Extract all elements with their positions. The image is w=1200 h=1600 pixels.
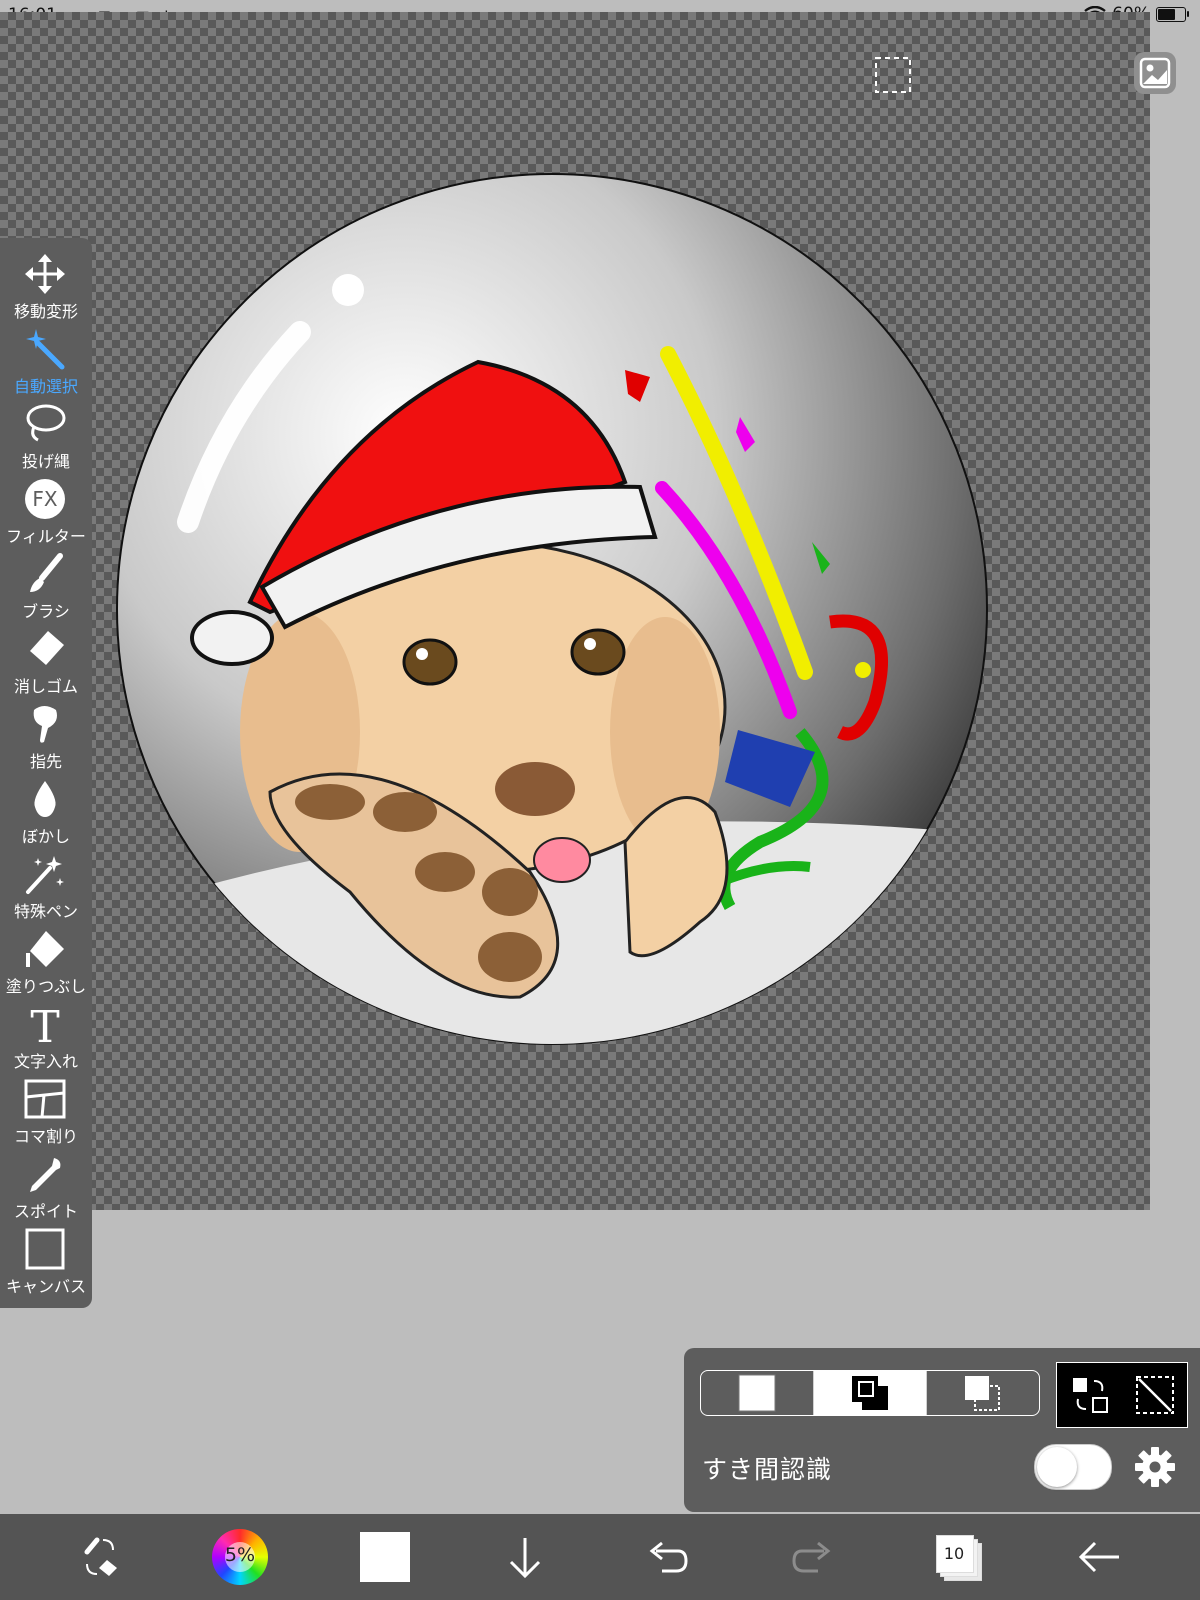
subtract-selection-icon [965,1376,1000,1411]
tool-label: ブラシ [22,602,70,621]
image-icon [1139,57,1171,89]
tool-lasso[interactable]: 投げ縄 [0,396,92,471]
deselect-button[interactable] [1122,1363,1187,1427]
tool-magic-wand[interactable]: 自動選択 [0,321,92,396]
selection-options-panel: すき間認識 [684,1348,1200,1512]
tool-eyedropper[interactable]: スポイト [0,1146,92,1221]
tool-finger[interactable]: 指先 [0,696,92,771]
tool-label: 文字入れ [13,1052,78,1071]
tool-label: 移動変形 [13,302,78,321]
current-color-swatch [360,1532,410,1582]
tool-label: フィルター [6,527,86,546]
svg-text:FX: FX [32,487,58,511]
tool-label: 特殊ペン [13,902,78,921]
download-button[interactable] [500,1514,550,1600]
color-picker-button[interactable]: 5% [210,1514,270,1600]
drawing-canvas[interactable] [0,12,1150,1210]
undo-button[interactable] [642,1514,692,1600]
invert-selection-button[interactable] [1057,1363,1122,1427]
brush-opacity: 5% [224,1544,256,1566]
current-color-button[interactable] [355,1514,415,1600]
tool-label: 投げ縄 [21,452,70,471]
tool-label: キャンバス [5,1277,86,1296]
tool-move-transform[interactable]: 移動変形 [0,246,92,321]
tool-text[interactable]: T 文字入れ [0,996,92,1071]
back-button[interactable] [1075,1514,1125,1600]
lasso-icon [26,404,66,442]
tool-label: コマ割り [13,1127,78,1146]
selection-mode-group [700,1370,1040,1416]
special-pen-icon [26,856,64,894]
swap-tool-button[interactable] [70,1514,130,1600]
magic-wand-icon [26,329,65,370]
selection-mode-add[interactable] [813,1371,926,1415]
brush-icon [30,553,63,592]
text-icon: T [30,1002,59,1046]
battery-icon [1156,6,1189,22]
eyedropper-icon [30,1158,61,1192]
svg-text:T: T [30,1002,59,1046]
selection-mode-subtract[interactable] [926,1371,1039,1415]
fill-icon [26,931,64,967]
selection-marquee-icon[interactable] [874,56,912,94]
undo-icon [649,1541,688,1573]
deselect-icon [1135,1376,1174,1414]
tool-eraser[interactable]: 消しゴム [0,621,92,696]
blur-icon [34,781,56,817]
layer-count: 10 [943,1543,965,1563]
tool-frame-divider[interactable]: コマ割り [0,1071,92,1146]
tool-filter[interactable]: FX フィルター [0,471,92,546]
toggle-knob [1037,1447,1077,1487]
canvas-icon [25,1228,65,1270]
artwork-snow-globe [116,173,988,1045]
tool-label: スポイト [13,1202,78,1221]
gap-detection-label: すき間認識 [702,1455,833,1484]
reference-window-button[interactable] [1134,52,1176,94]
gap-detection-toggle[interactable] [1034,1444,1112,1490]
tool-label: ぼかし [21,827,70,846]
tool-label: 自動選択 [13,377,78,396]
fx-icon: FX [25,479,65,519]
finger-icon [33,706,57,743]
gear-icon[interactable] [1134,1446,1176,1488]
tool-label: 消しゴム [13,677,78,696]
tool-blur[interactable]: ぼかし [0,771,92,846]
tool-label: 指先 [29,752,62,771]
pen-eraser-swap-icon [84,1537,117,1576]
selection-actions [1056,1362,1188,1428]
move-icon [25,254,65,294]
layers-icon: 10 [936,1535,982,1581]
tool-palette: 移動変形 自動選択 投げ縄 FX フィルター ブラシ 消しゴム 指先 ぼかし 特… [0,238,92,1308]
tool-brush[interactable]: ブラシ [0,546,92,621]
layers-button[interactable]: 10 [928,1514,988,1600]
frame-divider-icon [24,1079,66,1119]
color-wheel-icon: 5% [212,1529,268,1585]
eraser-icon [30,631,64,665]
arrow-down-icon [509,1538,541,1579]
selection-mode-new[interactable] [701,1371,813,1415]
tool-canvas[interactable]: キャンバス [0,1221,92,1296]
bottom-toolbar: 5% 10 [0,1514,1200,1600]
invert-selection-icon [1072,1378,1108,1413]
add-selection-icon [852,1376,888,1410]
tool-label: 塗りつぶし [5,977,87,996]
new-selection-icon [738,1374,776,1412]
tool-special-pen[interactable]: 特殊ペン [0,846,92,921]
redo-button[interactable] [788,1514,838,1600]
tool-fill[interactable]: 塗りつぶし [0,921,92,996]
redo-icon [792,1541,831,1573]
arrow-left-icon [1078,1541,1119,1573]
